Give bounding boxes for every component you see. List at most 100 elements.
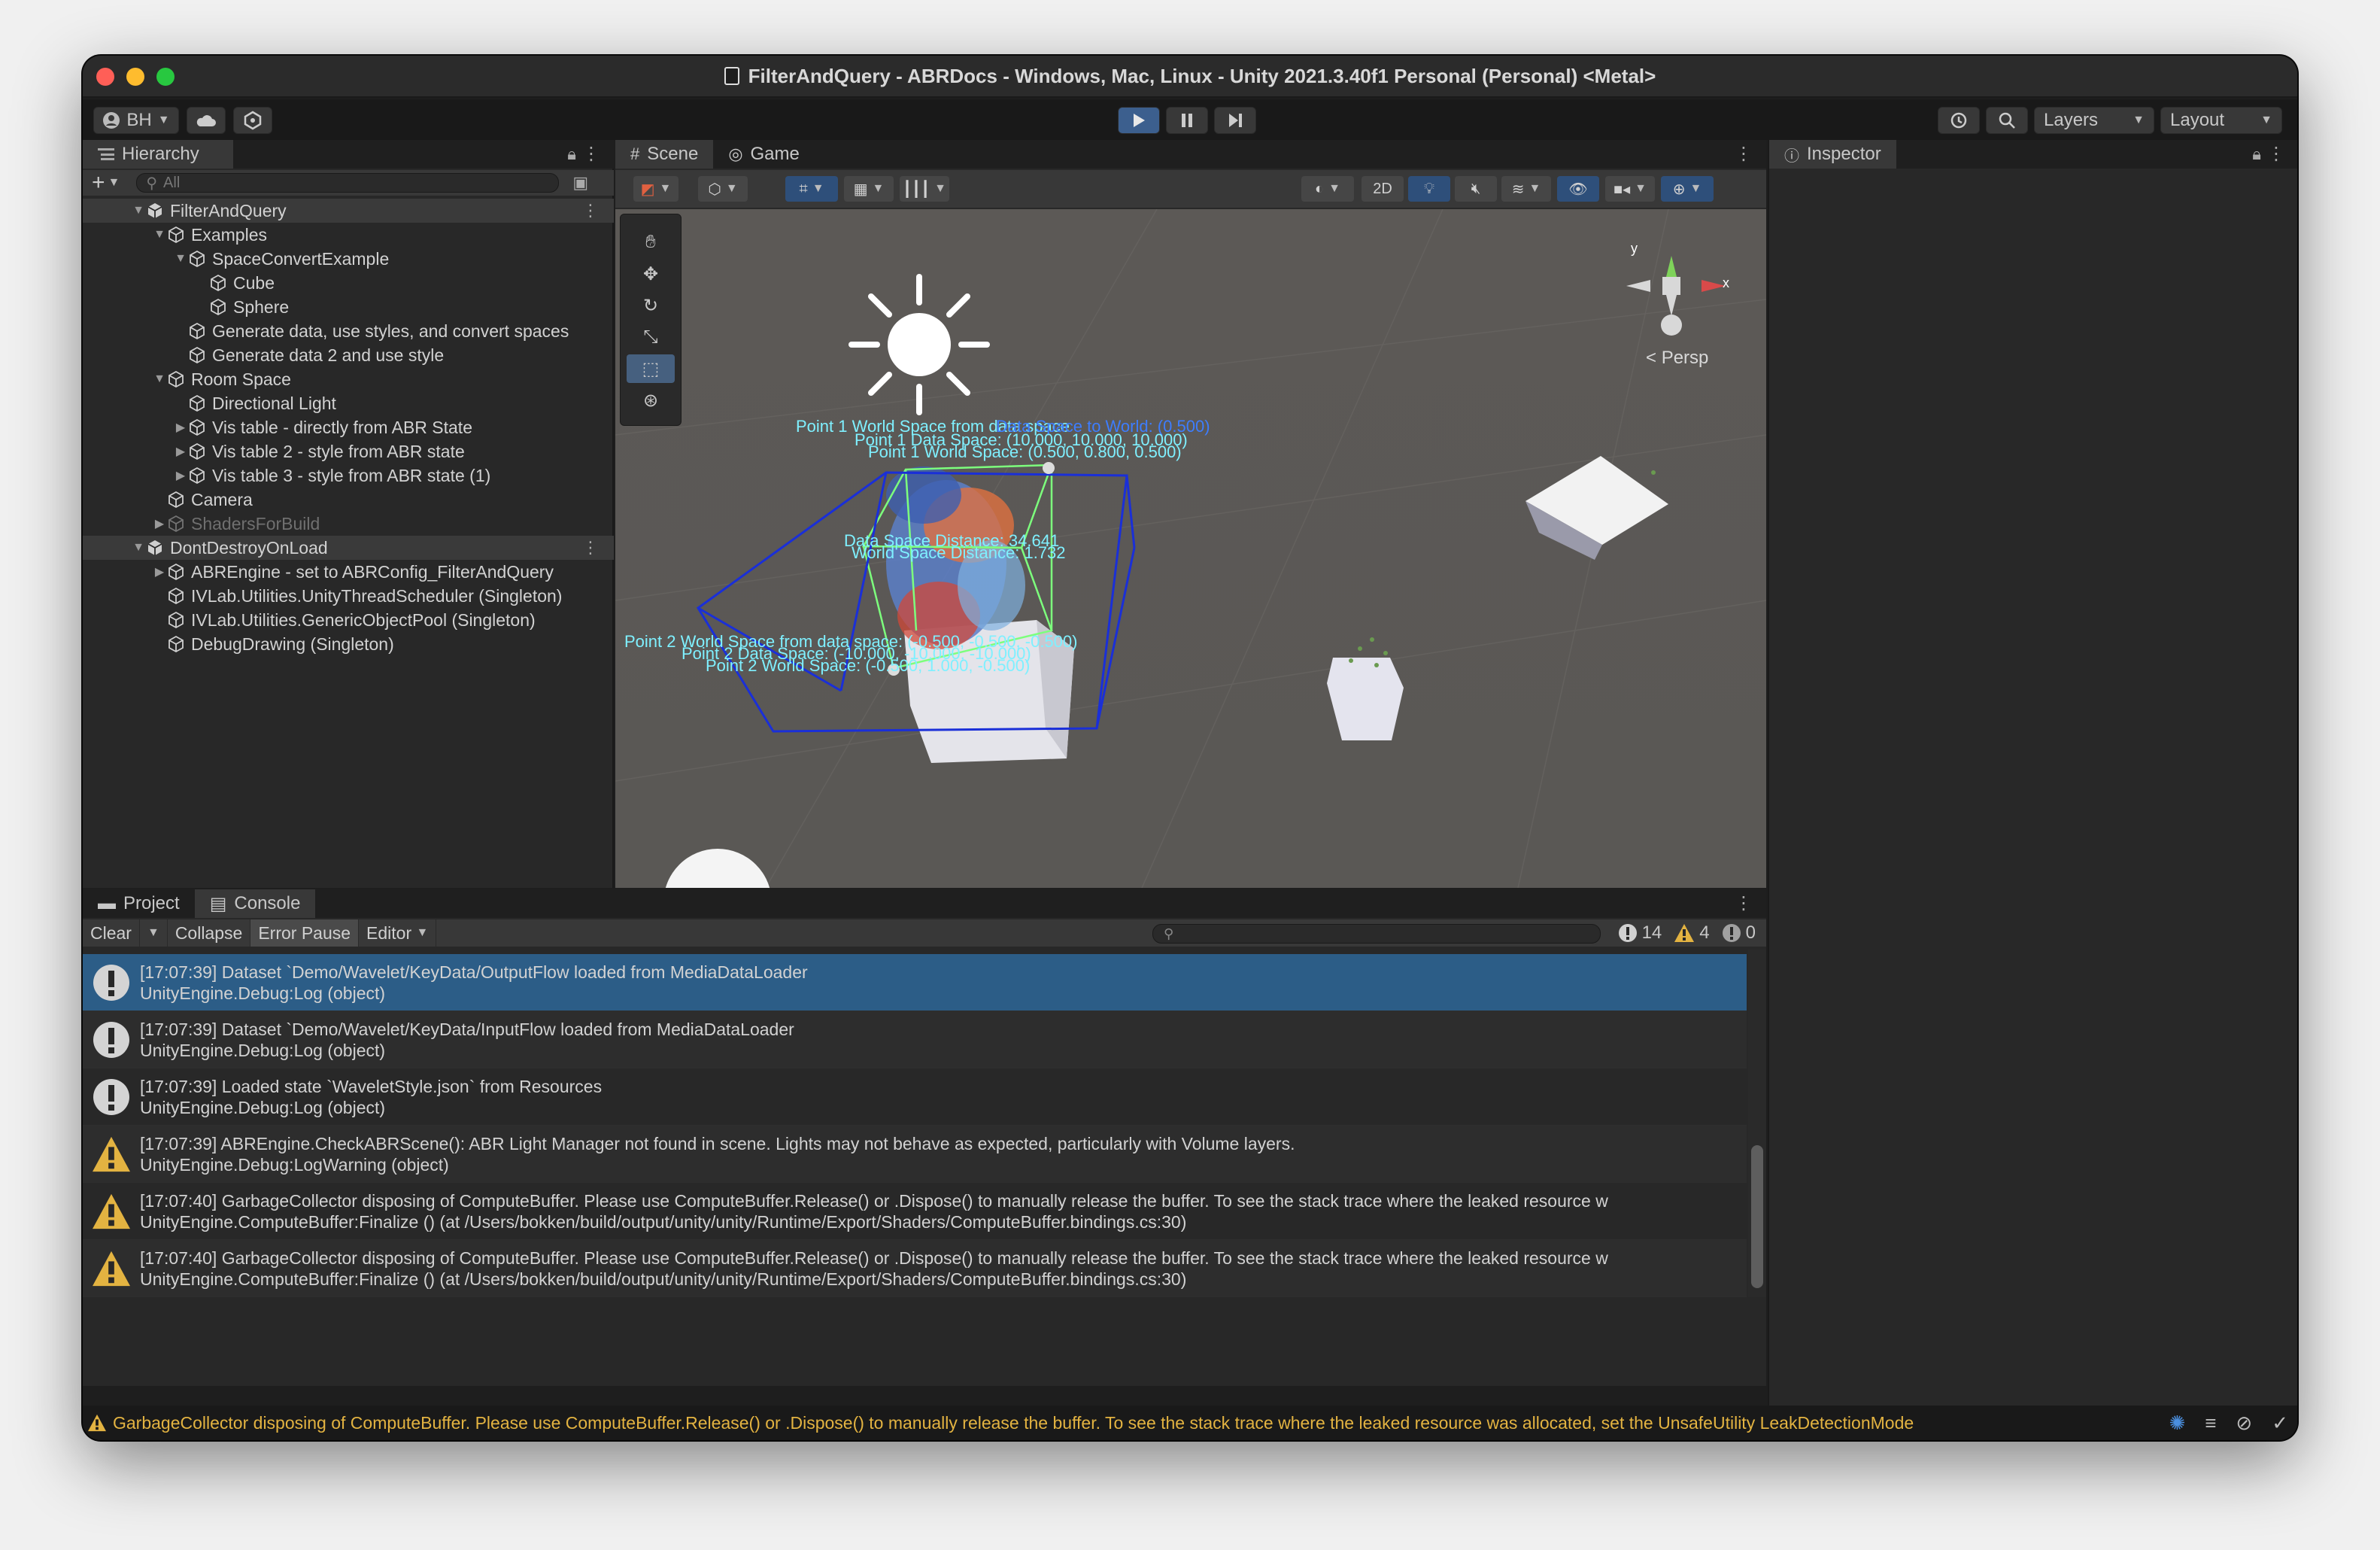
- cache-server-icon[interactable]: ≡: [2205, 1412, 2216, 1435]
- hierarchy-item[interactable]: Generate data, use styles, and convert s…: [83, 319, 614, 343]
- progress-check-icon[interactable]: ✓: [2272, 1412, 2288, 1435]
- scale-tool-button[interactable]: ⤡: [627, 323, 675, 351]
- step-button[interactable]: [1214, 107, 1256, 134]
- hierarchy-item[interactable]: ▶ Vis table - directly from ABR State: [83, 415, 614, 439]
- transform-tool-button[interactable]: ⊛: [627, 386, 675, 415]
- warning-count-toggle[interactable]: 4: [1674, 922, 1710, 944]
- expanded-arrow-icon[interactable]: ▼: [131, 541, 146, 555]
- collapsed-arrow-icon[interactable]: ▶: [152, 516, 167, 531]
- hierarchy-item[interactable]: IVLab.Utilities.GenericObjectPool (Singl…: [83, 608, 614, 632]
- more-options-icon[interactable]: ⋮: [582, 538, 599, 558]
- effects-dropdown[interactable]: ≋ ▼: [1501, 176, 1551, 202]
- collapsed-arrow-icon[interactable]: ▶: [152, 564, 167, 579]
- rect-tool-button[interactable]: ⬚: [627, 354, 675, 383]
- chevron-down-icon[interactable]: ▼: [108, 176, 120, 190]
- auto-generate-lighting-icon[interactable]: ⊘: [2236, 1412, 2252, 1435]
- more-options-icon[interactable]: ⋮: [2267, 143, 2285, 165]
- console-log-entry[interactable]: [17:07:39] ABREngine.CheckABRScene(): AB…: [83, 1126, 1747, 1183]
- hierarchy-item[interactable]: ▼ Room Space: [83, 367, 614, 391]
- tab-hierarchy[interactable]: Hierarchy: [83, 140, 233, 169]
- more-options-icon[interactable]: ⋮: [582, 201, 599, 220]
- tab-scene[interactable]: # Scene: [615, 140, 714, 169]
- hierarchy-item[interactable]: Camera: [83, 488, 614, 512]
- search-button[interactable]: [1986, 107, 2028, 134]
- hierarchy-item[interactable]: DebugDrawing (Singleton): [83, 632, 614, 656]
- lock-icon[interactable]: 🔒︎: [2252, 144, 2261, 164]
- account-dropdown[interactable]: BH ▼: [93, 107, 179, 134]
- hand-tool-button[interactable]: ✋︎: [627, 228, 675, 257]
- pause-button[interactable]: [1166, 107, 1208, 134]
- minimize-window-button[interactable]: [126, 68, 144, 86]
- more-options-icon[interactable]: ⋮: [582, 143, 600, 165]
- hierarchy-item[interactable]: Cube: [83, 271, 614, 295]
- history-button[interactable]: [1938, 107, 1980, 134]
- scene-viewport[interactable]: ✋︎ ✥ ↻ ⤡ ⬚ ⊛ y x < Persp Point 1 World S…: [615, 209, 1766, 888]
- tab-game[interactable]: ◎ Game: [713, 140, 815, 169]
- play-button[interactable]: [1118, 107, 1160, 134]
- gizmos-dropdown[interactable]: ⊕ ▼: [1661, 176, 1714, 202]
- add-object-button[interactable]: +: [92, 170, 105, 196]
- status-bar[interactable]: GarbageCollector disposing of ComputeBuf…: [83, 1406, 2297, 1440]
- hierarchy-item[interactable]: ▶ Vis table 2 - style from ABR state: [83, 439, 614, 463]
- perspective-toggle[interactable]: < Persp: [1646, 348, 1708, 369]
- hierarchy-item[interactable]: ▶ Vis table 3 - style from ABR state (1): [83, 463, 614, 488]
- debug-bug-icon[interactable]: ✺: [2169, 1412, 2185, 1435]
- hierarchy-search-input[interactable]: ⚲ All: [136, 173, 560, 193]
- console-scrollbar[interactable]: [1748, 950, 1766, 1297]
- console-log-entry[interactable]: [17:07:40] GarbageCollector disposing of…: [83, 1183, 1747, 1240]
- clear-options-dropdown[interactable]: ▼: [140, 919, 168, 947]
- close-window-button[interactable]: [96, 68, 114, 86]
- console-scrollbar-thumb[interactable]: [1751, 1145, 1763, 1288]
- more-options-icon[interactable]: ⋮: [1735, 143, 1753, 165]
- rotate-tool-button[interactable]: ↻: [627, 291, 675, 320]
- hierarchy-item[interactable]: IVLab.Utilities.UnityThreadScheduler (Si…: [83, 584, 614, 608]
- more-options-icon[interactable]: ⋮: [1735, 892, 1753, 914]
- layout-dropdown[interactable]: Layout ▼: [2160, 107, 2282, 134]
- collapsed-arrow-icon[interactable]: ▶: [173, 420, 188, 435]
- draw-mode-dropdown[interactable]: ◩ ▼: [633, 176, 678, 202]
- hierarchy-item[interactable]: ▼ SpaceConvertExample: [83, 247, 614, 271]
- scene-visibility-icon[interactable]: ▣: [572, 173, 588, 193]
- console-search-input[interactable]: ⚲: [1152, 924, 1601, 944]
- audio-toggle[interactable]: 🔇︎: [1455, 176, 1497, 202]
- hidden-objects-toggle[interactable]: 👁︎: [1557, 176, 1599, 202]
- zoom-window-button[interactable]: [156, 68, 175, 86]
- console-log-entry[interactable]: [17:07:39] Dataset `Demo/Wavelet/KeyData…: [83, 1011, 1747, 1068]
- layers-dropdown[interactable]: Layers ▼: [2034, 107, 2154, 134]
- collapsed-arrow-icon[interactable]: ▶: [173, 444, 188, 459]
- console-log-entry[interactable]: [17:07:39] Loaded state `WaveletStyle.js…: [83, 1068, 1747, 1126]
- collab-button[interactable]: [233, 107, 272, 134]
- clear-button[interactable]: Clear: [83, 919, 140, 947]
- move-tool-button[interactable]: ✥: [627, 260, 675, 288]
- hierarchy-item[interactable]: Directional Light: [83, 391, 614, 415]
- camera-dropdown[interactable]: ■◂ ▼: [1605, 176, 1655, 202]
- hierarchy-item[interactable]: ▼ Examples: [83, 223, 614, 247]
- hierarchy-item[interactable]: Generate data 2 and use style: [83, 343, 614, 367]
- expanded-arrow-icon[interactable]: ▼: [152, 228, 167, 242]
- tab-project[interactable]: ▬ Project: [83, 889, 195, 918]
- tab-console[interactable]: ▤ Console: [194, 889, 316, 918]
- lighting-toggle[interactable]: 💡︎: [1408, 176, 1450, 202]
- render-mode-dropdown[interactable]: ◐ ▼: [1301, 176, 1354, 202]
- snap-toggle[interactable]: ⌗ ▼: [785, 176, 838, 202]
- lock-icon[interactable]: 🔒︎: [567, 144, 576, 164]
- hierarchy-item[interactable]: Sphere: [83, 295, 614, 319]
- info-count-toggle[interactable]: 14: [1618, 922, 1662, 944]
- hierarchy-scene-row[interactable]: ▼ FilterAndQuery ⋮: [83, 199, 614, 223]
- tab-inspector[interactable]: ⓘ Inspector: [1769, 140, 1896, 169]
- console-log-entry[interactable]: [17:07:39] Dataset `Demo/Wavelet/KeyData…: [83, 954, 1747, 1011]
- editor-target-dropdown[interactable]: Editor ▼: [359, 919, 437, 947]
- hierarchy-item[interactable]: ▶ ShadersForBuild: [83, 512, 614, 536]
- console-log-entry[interactable]: [17:07:40] GarbageCollector disposing of…: [83, 1240, 1747, 1297]
- expanded-arrow-icon[interactable]: ▼: [173, 252, 188, 266]
- grid-toggle[interactable]: ▦ ▼: [844, 176, 894, 202]
- collapse-button[interactable]: Collapse: [168, 919, 251, 947]
- increment-snap-dropdown[interactable]: ┃┃┃ ▼: [900, 176, 949, 202]
- expanded-arrow-icon[interactable]: ▼: [152, 372, 167, 386]
- error-count-toggle[interactable]: 0: [1722, 922, 1756, 944]
- expanded-arrow-icon[interactable]: ▼: [131, 204, 146, 217]
- toggle-2d-button[interactable]: 2D: [1362, 176, 1404, 202]
- collapsed-arrow-icon[interactable]: ▶: [173, 468, 188, 483]
- hierarchy-scene-row[interactable]: ▼ DontDestroyOnLoad ⋮: [83, 536, 614, 560]
- hierarchy-item[interactable]: ▶ ABREngine - set to ABRConfig_FilterAndQ…: [83, 560, 614, 584]
